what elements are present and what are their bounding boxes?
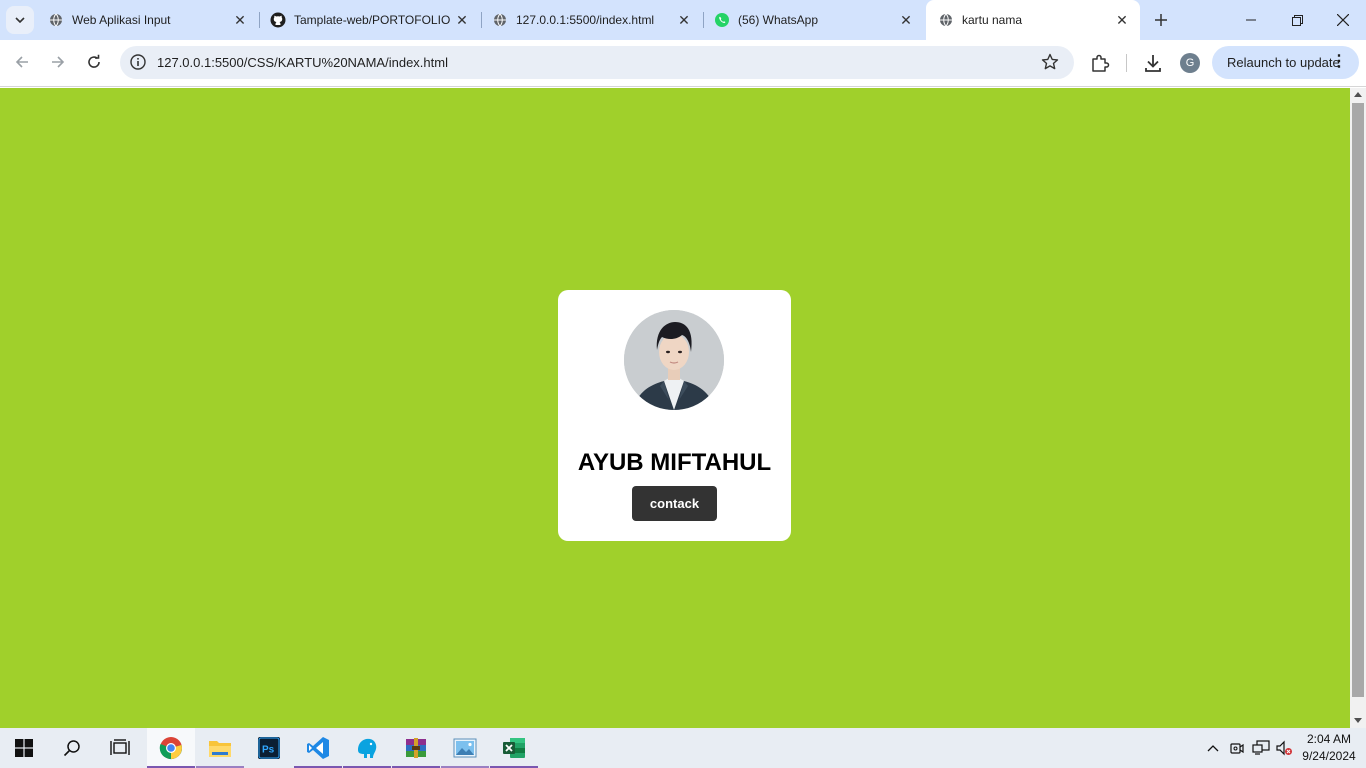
clock-date: 9/24/2024: [1302, 749, 1356, 763]
chrome-icon: [159, 737, 182, 759]
arrow-right-icon: [52, 56, 65, 68]
github-icon: [270, 12, 286, 28]
scrollbar-thumb[interactable]: [1352, 103, 1364, 697]
show-hidden-icons-icon[interactable]: [1204, 738, 1222, 758]
taskbar-vscode[interactable]: [294, 728, 342, 768]
scroll-up-arrow-icon[interactable]: [1354, 92, 1362, 97]
tab-kartu-nama[interactable]: kartu nama ✕: [926, 0, 1140, 40]
plus-icon: [1155, 14, 1167, 26]
download-icon[interactable]: [1142, 52, 1164, 74]
profile-photo-image: [624, 310, 724, 410]
back-button[interactable]: [8, 48, 36, 76]
network-icon[interactable]: [1252, 738, 1270, 758]
tab-strip: Web Aplikasi Input ✕ Tamplate-web/PORTOF…: [0, 0, 1366, 40]
card-name: AYUB MIFTAHUL: [577, 449, 772, 476]
relaunch-to-update-button[interactable]: Relaunch to update ⋮: [1212, 46, 1359, 79]
chevron-down-icon: [15, 17, 25, 23]
photoshop-icon: Ps: [258, 737, 280, 759]
bookmark-star-icon[interactable]: [1040, 52, 1060, 72]
contact-button[interactable]: contack: [632, 486, 717, 521]
globe-icon: [48, 12, 64, 28]
close-icon: [1337, 14, 1349, 26]
tab-title: kartu nama: [962, 13, 1023, 27]
mysql-workbench-icon: [358, 738, 377, 758]
profile-avatar[interactable]: G: [1180, 53, 1200, 73]
close-tab-icon[interactable]: ✕: [1112, 10, 1132, 30]
toolbar-divider: [1126, 54, 1127, 72]
tab-localhost-index[interactable]: 127.0.0.1:5500/index.html ✕: [480, 6, 702, 34]
clock-time: 2:04 AM: [1306, 732, 1352, 746]
close-tab-icon[interactable]: ✕: [452, 10, 472, 30]
file-explorer-icon: [209, 741, 231, 757]
tab-web-aplikasi[interactable]: Web Aplikasi Input ✕: [36, 6, 258, 34]
globe-icon: [938, 12, 954, 28]
site-info-icon[interactable]: [128, 52, 148, 72]
close-tab-icon[interactable]: ✕: [896, 10, 916, 30]
more-menu-icon[interactable]: ⋮: [1331, 53, 1347, 71]
arrow-left-icon: [15, 56, 28, 68]
minimize-icon: [1246, 19, 1256, 21]
taskbar-photoshop[interactable]: Ps: [245, 728, 293, 768]
restore-button[interactable]: [1274, 0, 1320, 40]
scroll-down-arrow-icon[interactable]: [1354, 718, 1362, 723]
restore-icon: [1291, 14, 1303, 26]
reload-icon: [88, 54, 100, 68]
address-bar[interactable]: 127.0.0.1:5500/CSS/KARTU%20NAMA/index.ht…: [120, 46, 1074, 79]
reload-button[interactable]: [80, 48, 108, 76]
system-clock[interactable]: 2:04 AM 9/24/2024: [1300, 731, 1358, 765]
close-tab-icon[interactable]: ✕: [230, 10, 250, 30]
minimize-button[interactable]: [1228, 0, 1274, 40]
business-card: AYUB MIFTAHUL contack: [558, 290, 791, 541]
whatsapp-icon: [714, 12, 730, 28]
windows-taskbar: Ps 2:04 AM 9/24/2024: [0, 728, 1366, 768]
svg-text:Ps: Ps: [262, 745, 275, 756]
profile-photo: [624, 310, 724, 410]
page-scrollbar[interactable]: [1350, 88, 1366, 728]
forward-button[interactable]: [44, 48, 72, 76]
taskbar-mysql-workbench[interactable]: [343, 728, 391, 768]
url-text[interactable]: 127.0.0.1:5500/CSS/KARTU%20NAMA/index.ht…: [157, 55, 448, 70]
close-tab-icon[interactable]: ✕: [674, 10, 694, 30]
tab-title: 127.0.0.1:5500/index.html: [516, 13, 655, 27]
volume-muted-icon[interactable]: [1275, 738, 1293, 758]
tab-title: (56) WhatsApp: [738, 13, 819, 27]
tab-whatsapp[interactable]: (56) WhatsApp ✕: [702, 6, 924, 34]
photos-icon: [453, 738, 477, 758]
search-icon: [63, 740, 80, 757]
winrar-icon: [406, 738, 426, 758]
taskbar-photos[interactable]: [441, 728, 489, 768]
task-view-button[interactable]: [96, 728, 144, 768]
taskbar-excel[interactable]: [490, 728, 538, 768]
taskbar-search-button[interactable]: [48, 728, 96, 768]
extensions-icon[interactable]: [1089, 52, 1111, 74]
start-button[interactable]: [0, 728, 48, 768]
globe-icon: [492, 12, 508, 28]
browser-toolbar: 127.0.0.1:5500/CSS/KARTU%20NAMA/index.ht…: [0, 40, 1366, 87]
taskbar-file-explorer[interactable]: [196, 728, 244, 768]
new-tab-button[interactable]: [1150, 9, 1172, 31]
task-view-icon: [110, 739, 130, 755]
relaunch-label: Relaunch to update: [1227, 55, 1340, 70]
close-window-button[interactable]: [1320, 0, 1366, 40]
vscode-icon: [307, 737, 329, 759]
taskbar-chrome[interactable]: [147, 728, 195, 768]
excel-icon: [503, 738, 525, 758]
page-viewport: AYUB MIFTAHUL contack: [0, 88, 1350, 728]
tab-github-portofolio[interactable]: Tamplate-web/PORTOFOLIO ✕: [258, 6, 480, 34]
meet-now-icon[interactable]: [1228, 738, 1246, 758]
tab-title: Web Aplikasi Input: [72, 13, 171, 27]
windows-logo-icon: [15, 739, 33, 757]
tab-search-button[interactable]: [6, 6, 34, 34]
tab-title: Tamplate-web/PORTOFOLIO: [294, 13, 451, 27]
taskbar-winrar[interactable]: [392, 728, 440, 768]
